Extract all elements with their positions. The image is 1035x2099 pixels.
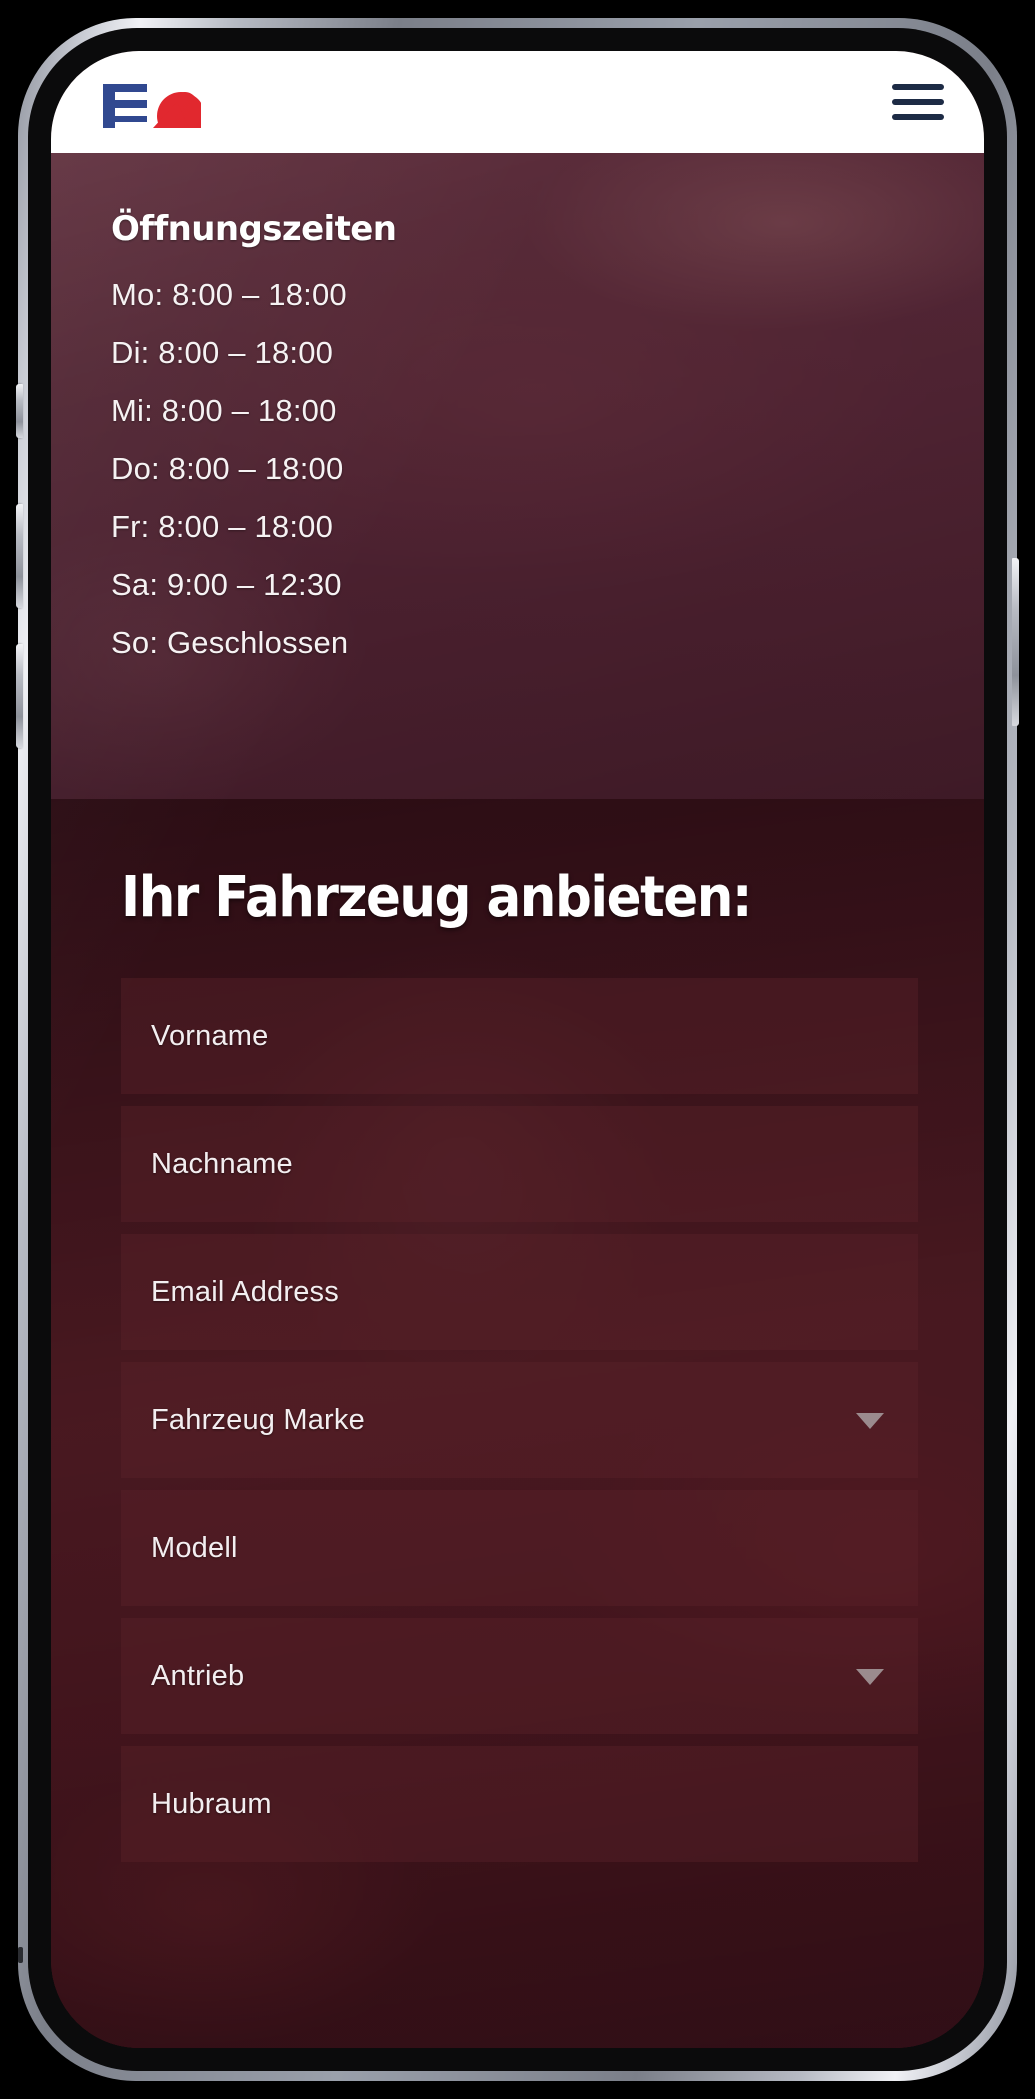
hamburger-bar-bottom: [892, 114, 944, 120]
silence-switch[interactable]: [16, 384, 23, 438]
power-button[interactable]: [1012, 558, 1019, 726]
opening-hours-row-mo: Mo: 8:00 – 18:00: [111, 277, 347, 312]
opening-hours-row-di: Di: 8:00 – 18:00: [111, 335, 334, 370]
phone-screen: Öffnungszeiten Mo: 8:00 – 18:00 Di: 8:00…: [51, 51, 984, 2048]
field-hubraum-label: Hubraum: [151, 1787, 272, 1820]
field-fahrzeug-marke-label: Fahrzeug Marke: [151, 1403, 365, 1436]
chevron-down-icon: [856, 1413, 884, 1429]
field-email-address-label: Email Address: [151, 1275, 339, 1308]
offer-vehicle-form: Vorname Nachname Email Address Fahrzeug …: [113, 978, 926, 1862]
volume-up-button[interactable]: [16, 504, 23, 608]
field-vorname-label: Vorname: [151, 1019, 269, 1052]
microphone-hole: [18, 1947, 23, 1963]
hamburger-bar-top: [892, 84, 944, 90]
offer-form-heading: Ihr Fahrzeug anbieten:: [121, 865, 753, 930]
ea-logo-icon: [103, 84, 201, 128]
field-modell[interactable]: Modell: [121, 1490, 918, 1606]
field-antrieb[interactable]: Antrieb: [121, 1618, 918, 1734]
phone-bezel: Öffnungszeiten Mo: 8:00 – 18:00 Di: 8:00…: [28, 28, 1007, 2071]
opening-hours-row-fr: Fr: 8:00 – 18:00: [111, 509, 334, 544]
opening-hours-row-mi: Mi: 8:00 – 18:00: [111, 393, 337, 428]
field-antrieb-label: Antrieb: [151, 1659, 245, 1692]
offer-form-content: Ihr Fahrzeug anbieten: Vorname Nachname …: [51, 799, 984, 1862]
opening-hours-title: Öffnungszeiten: [111, 209, 397, 249]
field-modell-label: Modell: [151, 1531, 238, 1564]
hamburger-bar-middle: [892, 99, 944, 105]
field-vorname[interactable]: Vorname: [121, 978, 918, 1094]
opening-hours-row-so: So: Geschlossen: [111, 625, 349, 660]
hamburger-menu-button[interactable]: [888, 75, 948, 129]
site-header: [51, 51, 984, 153]
phone-device-frame: Öffnungszeiten Mo: 8:00 – 18:00 Di: 8:00…: [16, 18, 1019, 2081]
opening-hours-row-sa: Sa: 9:00 – 12:30: [111, 567, 342, 602]
field-nachname[interactable]: Nachname: [121, 1106, 918, 1222]
field-hubraum[interactable]: Hubraum: [121, 1746, 918, 1862]
chevron-down-icon: [856, 1669, 884, 1685]
page-viewport: Öffnungszeiten Mo: 8:00 – 18:00 Di: 8:00…: [51, 51, 984, 2048]
offer-vehicle-section: Ihr Fahrzeug anbieten: Vorname Nachname …: [51, 799, 984, 2048]
volume-down-button[interactable]: [16, 644, 23, 748]
opening-hours-content: Öffnungszeiten Mo: 8:00 – 18:00 Di: 8:00…: [51, 153, 984, 658]
field-nachname-label: Nachname: [151, 1147, 293, 1180]
field-email-address[interactable]: Email Address: [121, 1234, 918, 1350]
opening-hours-row-do: Do: 8:00 – 18:00: [111, 451, 344, 486]
opening-hours-section: Öffnungszeiten Mo: 8:00 – 18:00 Di: 8:00…: [51, 153, 984, 799]
field-fahrzeug-marke[interactable]: Fahrzeug Marke: [121, 1362, 918, 1478]
brand-logo-link[interactable]: [93, 76, 201, 128]
opening-hours-list: Mo: 8:00 – 18:00 Di: 8:00 – 18:00 Mi: 8:…: [111, 279, 984, 658]
